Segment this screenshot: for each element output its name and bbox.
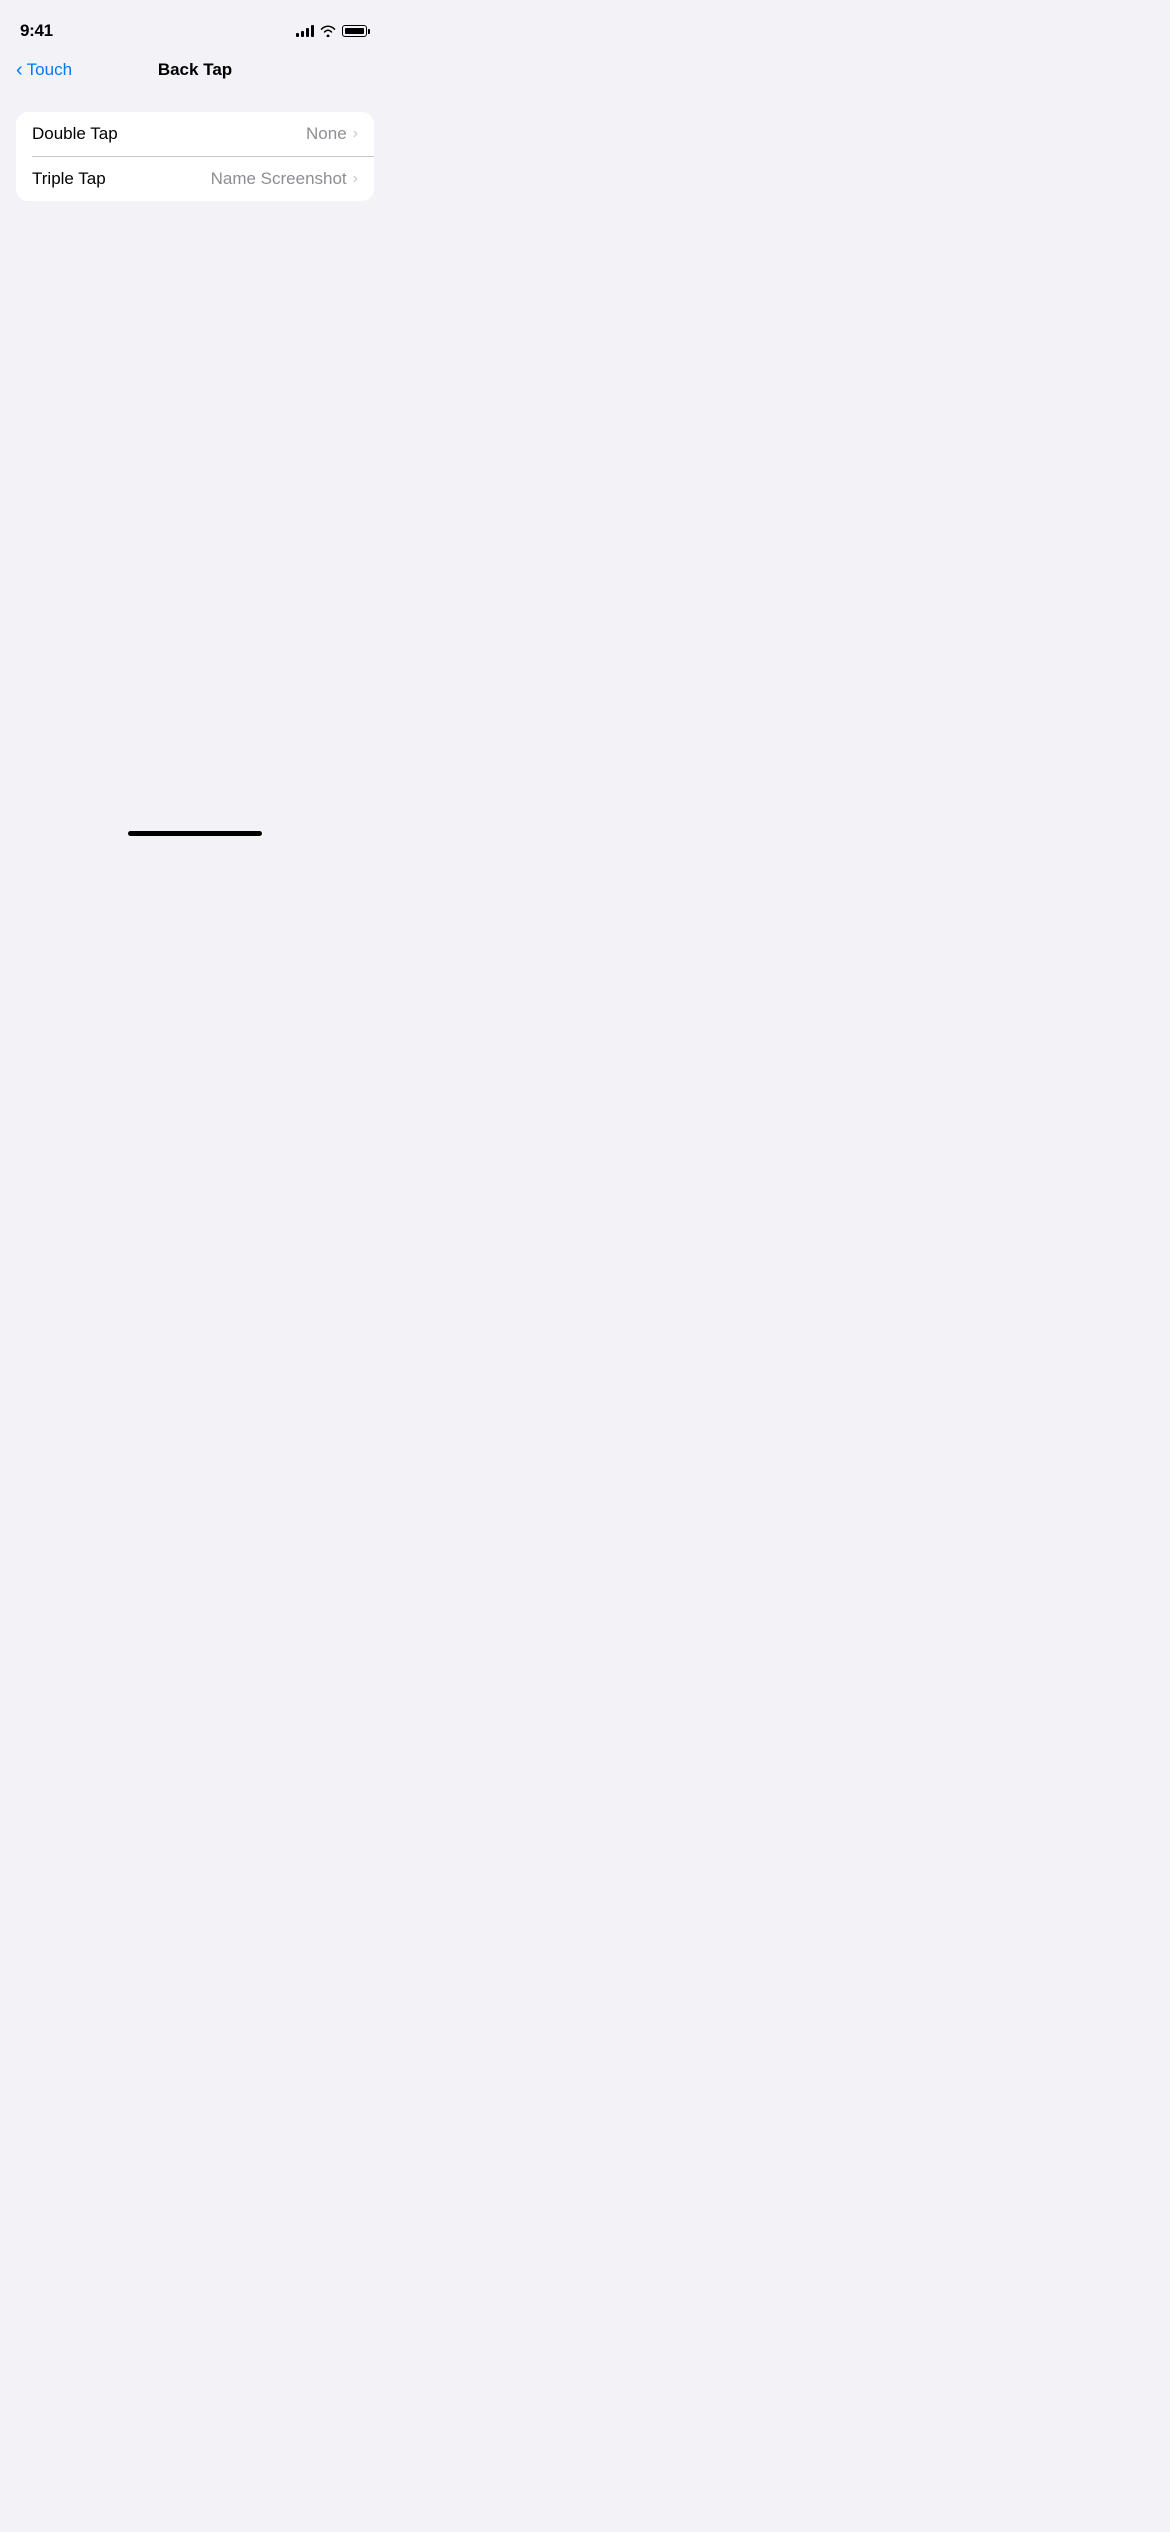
double-tap-row[interactable]: Double Tap None › [16,112,374,156]
triple-tap-row[interactable]: Triple Tap Name Screenshot › [16,157,374,201]
settings-content: Double Tap None › Triple Tap Name Screen… [0,92,390,201]
double-tap-label: Double Tap [32,124,118,144]
battery-body [342,25,367,37]
signal-bar-4 [311,25,314,37]
wifi-icon [320,25,336,37]
back-chevron-icon: ‹ [16,60,23,80]
double-tap-value: None [306,124,347,144]
status-icons [296,25,370,37]
signal-bar-1 [296,33,299,37]
battery-tip [368,29,370,34]
battery-icon [342,25,370,37]
triple-tap-value: Name Screenshot [211,169,347,189]
signal-icon [296,25,314,37]
nav-bar: ‹ Touch Back Tap [0,48,390,92]
triple-tap-label: Triple Tap [32,169,106,189]
battery-fill [345,28,364,34]
home-indicator [128,831,262,836]
nav-title: Back Tap [158,60,232,80]
double-tap-right: None › [306,124,358,144]
triple-tap-chevron-icon: › [353,170,358,188]
back-label: Touch [27,60,72,80]
signal-bar-2 [301,31,304,37]
status-time: 9:41 [20,21,53,41]
triple-tap-right: Name Screenshot › [211,169,358,189]
double-tap-chevron-icon: › [353,125,358,143]
status-bar: 9:41 [0,0,390,48]
back-button[interactable]: ‹ Touch [16,60,72,80]
settings-group: Double Tap None › Triple Tap Name Screen… [16,112,374,201]
signal-bar-3 [306,28,309,37]
